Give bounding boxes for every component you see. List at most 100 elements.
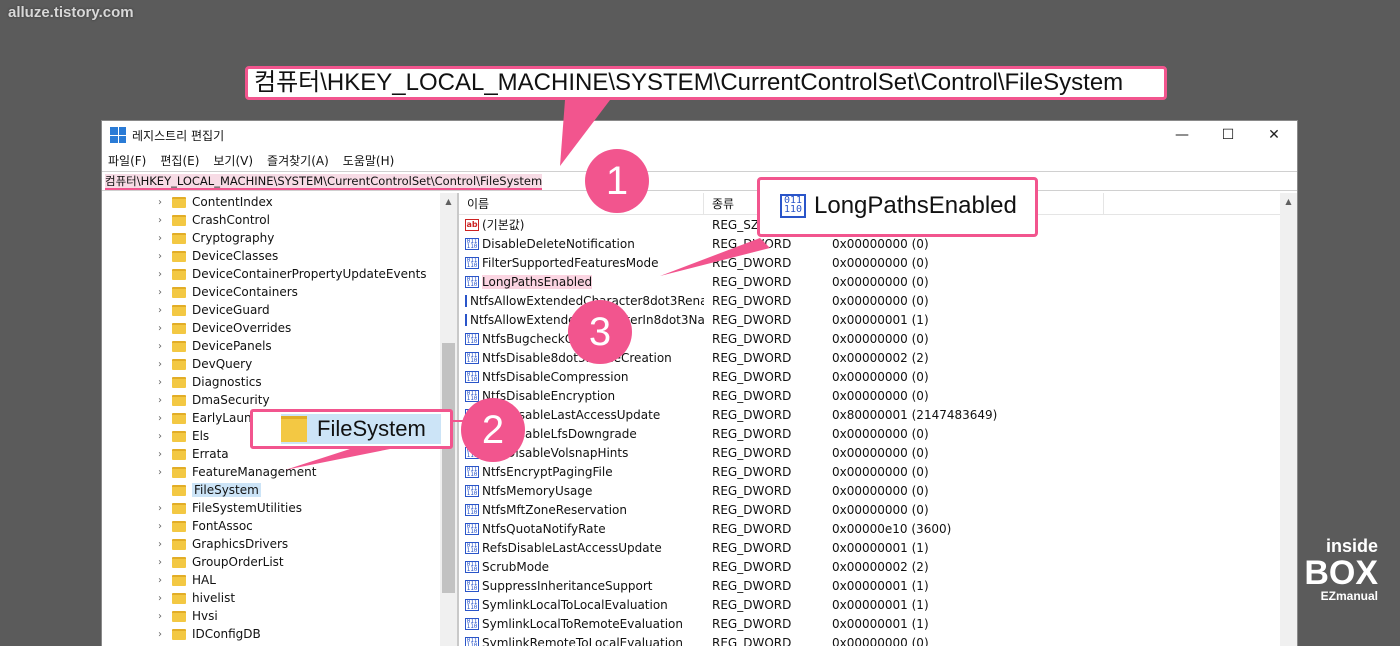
chevron-right-icon[interactable]: › <box>154 557 166 568</box>
value-data: 0x00000000 (0) <box>832 274 929 289</box>
value-name-cell: 011 110 RefsDisableLastAccessUpdate <box>459 541 704 555</box>
tree-item-label: HAL <box>192 573 216 587</box>
chevron-right-icon[interactable]: › <box>154 431 166 442</box>
menu-help[interactable]: 도움말(H) <box>343 152 395 169</box>
tree-item[interactable]: › Diagnostics <box>102 373 457 391</box>
scroll-up-icon[interactable]: ▲ <box>440 193 457 210</box>
tree-item[interactable]: › DmaSecurity <box>102 391 457 409</box>
chevron-right-icon[interactable]: › <box>154 215 166 226</box>
chevron-right-icon[interactable]: › <box>154 395 166 406</box>
tree-item-label: FeatureManagement <box>192 465 317 479</box>
value-row[interactable]: 011 110 RefsDisableLastAccessUpdate REG_DWO… <box>459 538 1297 557</box>
tree-item-label: DeviceOverrides <box>192 321 292 335</box>
value-row[interactable]: 011 110 LongPathsEnabled REG_DWORD 0x0000000… <box>459 272 1297 291</box>
value-row[interactable]: 011 110 NtfsEncryptPagingFile REG_DWORD 0x00… <box>459 462 1297 481</box>
address-bar[interactable]: 컴퓨터\HKEY_LOCAL_MACHINE\SYSTEM\CurrentCon… <box>102 171 1297 191</box>
chevron-right-icon[interactable]: › <box>154 575 166 586</box>
chevron-right-icon[interactable]: › <box>154 539 166 550</box>
value-row[interactable]: 011 110 NtfsMftZoneReservation REG_DWORD 0x0… <box>459 500 1297 519</box>
value-row[interactable]: 011 110 SymlinkRemoteToLocalEvaluation REG_… <box>459 633 1297 646</box>
value-row[interactable]: 011 110 NtfsDisableEncryption REG_DWORD 0x00… <box>459 386 1297 405</box>
value-row[interactable]: 011110NtfsDisableLfsDowngradeREG_DWORD0x… <box>459 424 1297 443</box>
dword-value-icon: 011110 <box>465 370 479 383</box>
tree-item[interactable]: › HAL <box>102 571 457 589</box>
value-row[interactable]: 011 110 SymlinkLocalToRemoteEvaluation REG_… <box>459 614 1297 633</box>
minimize-button[interactable]: — <box>1159 121 1205 149</box>
tree-item[interactable]: › DevQuery <box>102 355 457 373</box>
chevron-right-icon[interactable]: › <box>154 413 166 424</box>
tree-item[interactable]: › DeviceClasses <box>102 247 457 265</box>
value-name-cell: ab (기본값) <box>459 216 704 233</box>
menu-edit[interactable]: 편집(E) <box>160 152 199 169</box>
tree-item-label: DeviceContainers <box>192 285 298 299</box>
folder-icon <box>172 520 186 532</box>
dword-value-icon: 011110 <box>465 522 479 535</box>
tree-item[interactable]: › GroupOrderList <box>102 553 457 571</box>
chevron-right-icon[interactable]: › <box>154 197 166 208</box>
chevron-right-icon[interactable]: › <box>154 467 166 478</box>
tree-item[interactable]: › IDConfigDB <box>102 625 457 643</box>
value-row[interactable]: 011 110 NtfsMemoryUsage REG_DWORD 0x00000000… <box>459 481 1297 500</box>
tree-item[interactable]: › GraphicsDrivers <box>102 535 457 553</box>
tree-item[interactable]: › Hvsi <box>102 607 457 625</box>
value-data: 0x00000001 (1) <box>832 312 929 327</box>
column-name[interactable]: 이름 <box>459 193 704 214</box>
tree-item[interactable]: › hivelist <box>102 589 457 607</box>
value-row[interactable]: 011 110 NtfsQuotaNotifyRate REG_DWORD 0x0000… <box>459 519 1297 538</box>
tree-item[interactable]: › FontAssoc <box>102 517 457 535</box>
scroll-up-icon[interactable]: ▲ <box>1280 193 1297 210</box>
chevron-right-icon[interactable]: › <box>154 323 166 334</box>
tree-item[interactable]: › FileSystemUtilities <box>102 499 457 517</box>
chevron-right-icon[interactable]: › <box>154 359 166 370</box>
value-row[interactable]: 011110NtfsDisableLastAccessUpdateREG_DWO… <box>459 405 1297 424</box>
tree-item[interactable]: ›FileSystem <box>102 481 457 499</box>
value-name: SymlinkLocalToRemoteEvaluation <box>482 616 683 631</box>
tree-item[interactable]: › DeviceContainers <box>102 283 457 301</box>
registry-editor-window: 레지스트리 편집기 — ☐ ✕ 파일(F) 편집(E) 보기(V) 즐겨찾기(A… <box>101 120 1298 646</box>
chevron-right-icon[interactable]: › <box>154 269 166 280</box>
value-type: REG_DWORD <box>712 578 792 593</box>
folder-icon <box>172 610 186 622</box>
chevron-right-icon[interactable]: › <box>154 341 166 352</box>
chevron-right-icon[interactable]: › <box>154 377 166 388</box>
value-type: REG_DWORD <box>712 331 792 346</box>
close-button[interactable]: ✕ <box>1251 121 1297 149</box>
tree-item[interactable]: › Cryptography <box>102 229 457 247</box>
dword-value-icon: 011110 <box>465 465 479 478</box>
chevron-right-icon[interactable]: › <box>154 521 166 532</box>
menu-view[interactable]: 보기(V) <box>213 152 253 169</box>
tree-item[interactable]: › ContentIndex <box>102 193 457 211</box>
tree-item[interactable]: › DevicePanels <box>102 337 457 355</box>
chevron-right-icon[interactable]: › <box>154 503 166 514</box>
value-name-cell: 011 110 SymlinkLocalToLocalEvaluation <box>459 598 704 612</box>
value-row[interactable]: 011 110 FilterSupportedFeaturesMode REG_DWO… <box>459 253 1297 272</box>
chevron-right-icon[interactable]: › <box>154 611 166 622</box>
tree-item[interactable]: › FeatureManagement <box>102 463 457 481</box>
tree-item[interactable]: › DeviceOverrides <box>102 319 457 337</box>
value-row[interactable]: 011 110 SymlinkLocalToLocalEvaluation REG_D… <box>459 595 1297 614</box>
chevron-right-icon[interactable]: › <box>154 305 166 316</box>
value-row[interactable]: 011110NtfsDisableVolsnapHintsREG_DWORD0x… <box>459 443 1297 462</box>
folder-icon <box>172 502 186 514</box>
scroll-thumb[interactable] <box>442 343 455 593</box>
tree-item-label: Diagnostics <box>192 375 262 389</box>
chevron-right-icon[interactable]: › <box>154 287 166 298</box>
dword-value-icon: 011110 <box>465 332 479 345</box>
chevron-right-icon[interactable]: › <box>154 593 166 604</box>
value-data: 0x00000001 (1) <box>832 578 929 593</box>
value-row[interactable]: 011 110 ScrubMode REG_DWORD 0x00000002 (2) <box>459 557 1297 576</box>
chevron-right-icon[interactable]: › <box>154 233 166 244</box>
value-row[interactable]: 011 110 NtfsDisableCompression REG_DWORD 0x0… <box>459 367 1297 386</box>
menu-file[interactable]: 파일(F) <box>108 152 146 169</box>
value-row[interactable]: 011 110 SuppressInheritanceSupport REG_DWOR… <box>459 576 1297 595</box>
tree-item[interactable]: › DeviceGuard <box>102 301 457 319</box>
chevron-right-icon[interactable]: › <box>154 629 166 640</box>
chevron-right-icon[interactable]: › <box>154 449 166 460</box>
maximize-button[interactable]: ☐ <box>1205 121 1251 149</box>
folder-icon <box>172 340 186 352</box>
menu-favorites[interactable]: 즐겨찾기(A) <box>267 152 329 169</box>
dword-value-icon: 011110 <box>465 294 467 307</box>
tree-item[interactable]: › DeviceContainerPropertyUpdateEvents <box>102 265 457 283</box>
chevron-right-icon[interactable]: › <box>154 251 166 262</box>
tree-item[interactable]: › CrashControl <box>102 211 457 229</box>
